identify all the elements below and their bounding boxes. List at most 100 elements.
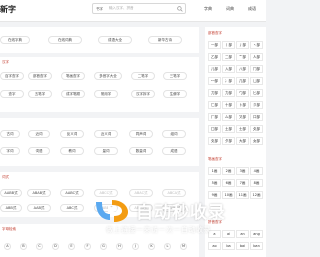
letter-link[interactable]: J [132, 243, 139, 250]
radical-link[interactable]: 勹部 [236, 89, 249, 97]
letter-link[interactable]: B [20, 243, 27, 250]
stroke-link[interactable]: 7画 [236, 179, 249, 187]
hanzi-link[interactable]: 多音字大全 [94, 72, 122, 80]
radical-link[interactable]: 二部 [222, 53, 235, 61]
radical-link[interactable]: 夊部 [208, 137, 221, 145]
radical-link[interactable]: 八部 [236, 65, 249, 73]
letter-link[interactable]: E [68, 243, 75, 250]
hanzi-link[interactable]: 生僻字 [163, 90, 187, 98]
radical-link[interactable]: 卜部 [236, 101, 249, 109]
radical-link[interactable]: 一部 [208, 41, 221, 49]
hanzi-link[interactable]: 查字 [0, 90, 24, 98]
ciyu-link[interactable]: 数量词 [129, 147, 153, 155]
pinyin-link[interactable]: bai [236, 242, 249, 250]
letter-link[interactable]: L [164, 243, 171, 250]
radical-link[interactable]: 夕部 [222, 137, 235, 145]
search-input[interactable]: 输入汉字、拼音 [109, 4, 134, 13]
cishi-link[interactable]: AABB式 [0, 189, 22, 197]
hanzi-link[interactable]: 三笔字 [163, 72, 187, 80]
ciyu-link[interactable]: 同声词 [129, 130, 153, 138]
cishi-link[interactable]: ABC式 [60, 204, 84, 212]
ciyu-link[interactable]: 量词 [94, 147, 118, 155]
radical-link[interactable]: 土部 [222, 125, 235, 133]
hanzi-link[interactable]: 笔画查字 [61, 72, 85, 80]
ciyu-link[interactable]: 字词 [0, 147, 20, 155]
radical-link[interactable]: 十部 [222, 101, 235, 109]
letter-link[interactable]: K [148, 243, 155, 250]
radical-link[interactable]: 儿部 [208, 65, 221, 73]
quick-link[interactable]: 新华古诗 [148, 36, 182, 44]
radical-link[interactable]: 厶部 [222, 113, 235, 121]
quick-link[interactable]: 成语大全 [98, 36, 132, 44]
radical-link[interactable]: 女部 [250, 137, 263, 145]
ciyu-link[interactable]: 近词 [28, 130, 50, 138]
nav-cidian[interactable]: 词典 [226, 6, 234, 12]
site-logo[interactable]: 新字 [0, 4, 16, 15]
letter-link[interactable]: D [52, 243, 59, 250]
radical-link[interactable]: 人部 [250, 53, 263, 61]
stroke-link[interactable]: 4画 [250, 167, 263, 175]
radical-link[interactable]: 厂部 [208, 113, 221, 121]
ciyu-link[interactable]: 教词 [60, 147, 84, 155]
radical-link[interactable]: 入部 [222, 65, 235, 73]
hanzi-link[interactable]: 二笔字 [131, 72, 155, 80]
stroke-link[interactable]: 1画 [208, 167, 221, 175]
hanzi-link[interactable]: 五笔字 [28, 90, 52, 98]
radical-link[interactable]: 匕部 [250, 89, 263, 97]
hanzi-link[interactable]: 部首查字 [28, 72, 52, 80]
stroke-link[interactable]: 2画 [222, 167, 235, 175]
ciyu-link[interactable]: 反义词 [60, 130, 84, 138]
search-type-select[interactable]: 书字 [96, 4, 103, 14]
ciyu-link[interactable]: 近义词 [94, 130, 118, 138]
radical-link[interactable]: 力部 [222, 89, 235, 97]
radical-link[interactable]: 冫部 [222, 77, 235, 85]
stroke-link[interactable]: 3画 [236, 167, 249, 175]
pinyin-link[interactable]: ao [208, 242, 221, 250]
letter-link[interactable]: H [116, 243, 123, 250]
hanzi-link[interactable]: 常用字 [94, 90, 118, 98]
radical-link[interactable]: 刀部 [208, 89, 221, 97]
letter-link[interactable]: M [180, 243, 187, 250]
search-icon[interactable] [177, 5, 183, 12]
ciyu-link[interactable]: 词语 [28, 147, 50, 155]
letter-link[interactable]: G [100, 243, 107, 250]
radical-link[interactable]: 凵部 [250, 77, 263, 85]
radical-link[interactable]: 大部 [236, 137, 249, 145]
hanzi-link[interactable]: 成字笔顺 [61, 90, 85, 98]
letter-link[interactable]: F [84, 243, 91, 250]
radical-link[interactable]: 冂部 [250, 65, 263, 73]
radical-link[interactable]: 丨部 [222, 41, 235, 49]
stroke-link[interactable]: 6画 [222, 179, 235, 187]
cishi-link[interactable]: AAB式 [27, 204, 51, 212]
quick-link[interactable]: 在线字典 [0, 36, 30, 44]
cishi-link[interactable]: ABB式 [0, 204, 22, 212]
ciyu-link[interactable]: 成语 [162, 147, 186, 155]
search-box[interactable]: 书字 输入汉字、拼音 [92, 3, 186, 14]
ciyu-link[interactable]: 古词 [0, 130, 20, 138]
stroke-link[interactable]: 8画 [250, 179, 263, 187]
radical-link[interactable]: 丿部 [236, 41, 249, 49]
radical-link[interactable]: 士部 [236, 125, 249, 133]
radical-link[interactable]: 几部 [236, 77, 249, 85]
radical-link[interactable]: 匚部 [208, 101, 221, 109]
letter-link[interactable]: C [36, 243, 43, 250]
pinyin-link[interactable]: ba [222, 242, 235, 250]
radical-link[interactable]: 口部 [250, 113, 263, 121]
pinyin-link[interactable]: ban [250, 242, 263, 250]
cishi-link[interactable]: ABAB式 [27, 189, 51, 197]
radical-link[interactable]: 丶部 [250, 41, 263, 49]
nav-chengyu[interactable]: 成语 [248, 6, 256, 12]
hanzi-link[interactable]: 汉字拆字 [131, 90, 155, 98]
radical-link[interactable]: 乙部 [208, 53, 221, 61]
ciyu-link[interactable]: 组词 [162, 130, 186, 138]
hanzi-link[interactable]: 百字查字 [0, 72, 24, 80]
quick-link[interactable]: 在线词典 [48, 36, 82, 44]
radical-link[interactable]: 卩部 [250, 101, 263, 109]
radical-link[interactable]: 夂部 [250, 125, 263, 133]
nav-zidian[interactable]: 字典 [204, 6, 212, 12]
radical-link[interactable]: 又部 [236, 113, 249, 121]
cishi-link[interactable]: AABC式 [60, 189, 84, 197]
stroke-link[interactable]: 5画 [208, 179, 221, 187]
letter-link[interactable]: A [4, 243, 11, 250]
radical-link[interactable]: 囗部 [208, 125, 221, 133]
